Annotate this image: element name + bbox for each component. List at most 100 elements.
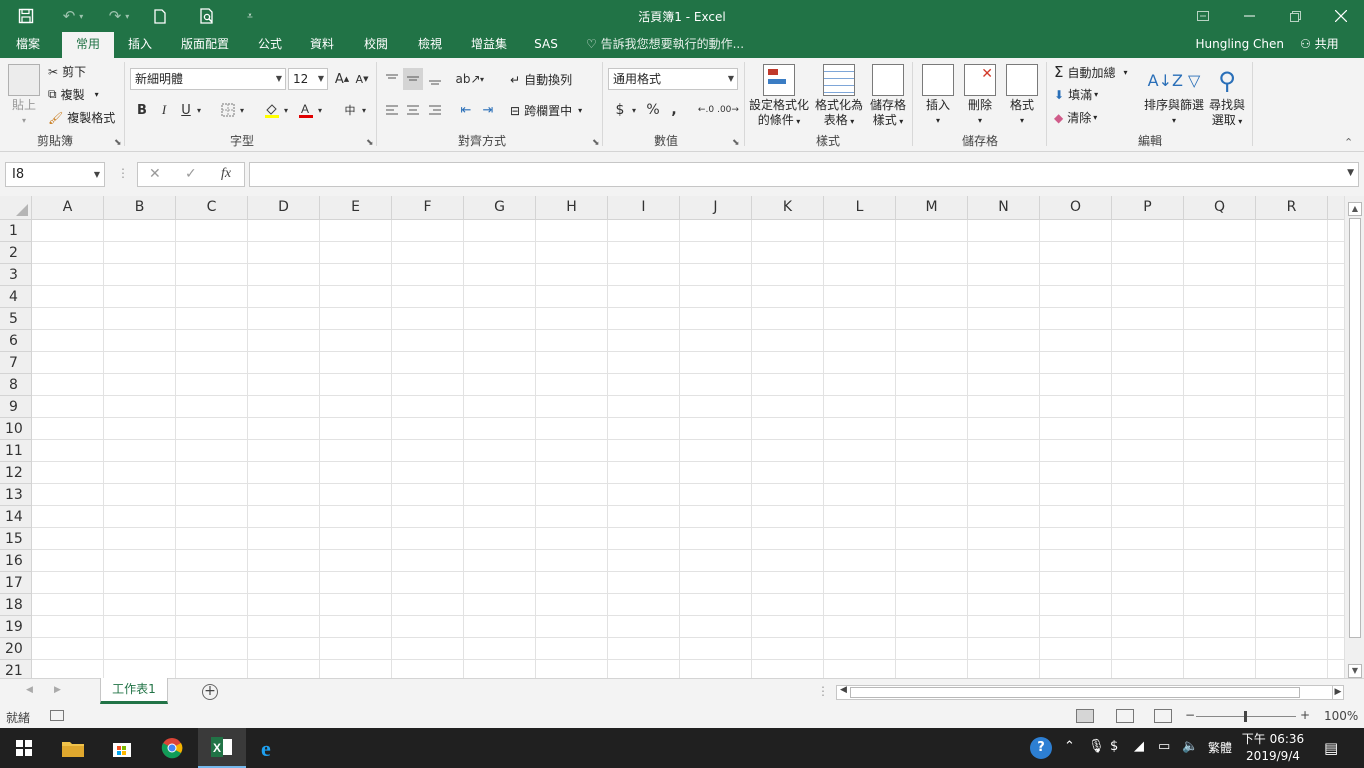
row-header[interactable]: 5: [0, 308, 32, 330]
column-header[interactable]: K: [752, 196, 824, 220]
page-layout-view-icon[interactable]: [1116, 709, 1134, 723]
align-middle-icon[interactable]: [403, 68, 423, 90]
autosum-button[interactable]: Σ 自動加總 ▾: [1054, 63, 1128, 81]
currency-dropdown-icon[interactable]: ▾: [628, 99, 640, 121]
comma-button[interactable]: ,: [664, 99, 684, 121]
font-color-icon[interactable]: A: [296, 99, 316, 121]
zoom-in-button[interactable]: +: [1300, 708, 1310, 722]
phonetic-guide-icon[interactable]: 中: [340, 99, 360, 121]
vertical-scrollbar[interactable]: ▲ ▼: [1344, 196, 1364, 678]
row-header[interactable]: 21: [0, 660, 32, 678]
ribbon-display-options-icon[interactable]: [1180, 0, 1226, 32]
tab-insert[interactable]: 插入: [118, 32, 162, 58]
tab-page-layout[interactable]: 版面配置: [170, 32, 240, 58]
close-icon[interactable]: [1318, 0, 1364, 32]
volume-icon[interactable]: 🔈: [1182, 739, 1198, 754]
column-header[interactable]: Q: [1184, 196, 1256, 220]
store-icon[interactable]: [98, 728, 146, 768]
row-header[interactable]: 12: [0, 462, 32, 484]
internet-explorer-icon[interactable]: e: [246, 728, 294, 768]
merge-center-button[interactable]: ⊟ 跨欄置中 ▾: [510, 102, 582, 119]
column-header[interactable]: A: [32, 196, 104, 220]
underline-dropdown-icon[interactable]: ▾: [193, 99, 205, 121]
currency-tray-icon[interactable]: $: [1110, 739, 1118, 754]
currency-button[interactable]: $: [610, 99, 630, 121]
row-header[interactable]: 7: [0, 352, 32, 374]
align-center-icon[interactable]: [403, 99, 423, 121]
column-header[interactable]: J: [680, 196, 752, 220]
column-header[interactable]: D: [248, 196, 320, 220]
increase-font-size-icon[interactable]: A ▲: [332, 68, 352, 90]
row-header[interactable]: 13: [0, 484, 32, 506]
system-clock[interactable]: 下午 06:36 2019/9/4: [1240, 731, 1306, 765]
normal-view-icon[interactable]: [1076, 709, 1094, 723]
column-header[interactable]: M: [896, 196, 968, 220]
font-size-combo[interactable]: 12 ▼: [288, 68, 328, 90]
number-format-combo[interactable]: 通用格式 ▼: [608, 68, 738, 90]
zoom-level[interactable]: 100%: [1324, 709, 1358, 723]
align-left-icon[interactable]: [382, 99, 402, 121]
column-header[interactable]: H: [536, 196, 608, 220]
excel-app-icon[interactable]: X: [198, 728, 246, 768]
redo-icon[interactable]: ↷ ▾: [102, 6, 136, 26]
scroll-right-icon[interactable]: ▶: [1332, 685, 1344, 700]
scroll-down-icon[interactable]: ▼: [1348, 664, 1362, 678]
wrap-text-button[interactable]: ↵ 自動換列: [510, 71, 572, 88]
row-header[interactable]: 6: [0, 330, 32, 352]
fill-color-icon[interactable]: [262, 99, 282, 121]
column-header[interactable]: I: [608, 196, 680, 220]
tab-view[interactable]: 檢視: [408, 32, 452, 58]
row-header[interactable]: 4: [0, 286, 32, 308]
scroll-left-icon[interactable]: ◀: [840, 685, 847, 695]
file-explorer-icon[interactable]: [49, 728, 97, 768]
page-break-view-icon[interactable]: [1154, 709, 1172, 723]
orientation-icon[interactable]: ab↗: [455, 68, 480, 90]
select-all-button[interactable]: [0, 196, 32, 220]
tab-formulas[interactable]: 公式: [248, 32, 292, 58]
column-header[interactable]: E: [320, 196, 392, 220]
expand-formula-bar-icon[interactable]: ▼: [1347, 168, 1354, 178]
column-header[interactable]: O: [1040, 196, 1112, 220]
clipboard-launcher-icon[interactable]: ⬊: [114, 138, 122, 148]
row-header[interactable]: 15: [0, 528, 32, 550]
column-header[interactable]: G: [464, 196, 536, 220]
number-launcher-icon[interactable]: ⬊: [732, 138, 740, 148]
help-icon[interactable]: ?: [1030, 737, 1052, 759]
format-painter-button[interactable]: 🖌 複製格式: [48, 109, 115, 126]
tab-sas[interactable]: SAS: [526, 32, 566, 58]
cell-styles-button[interactable]: 儲存格 樣式 ▾: [866, 64, 910, 129]
column-header[interactable]: R: [1256, 196, 1328, 220]
network-icon[interactable]: ◢: [1134, 739, 1144, 754]
show-hidden-icons-icon[interactable]: ⌃: [1064, 739, 1075, 754]
collapse-ribbon-icon[interactable]: ⌃: [1344, 136, 1353, 149]
insert-function-button[interactable]: fx: [221, 166, 231, 182]
name-box[interactable]: I8 ▼: [5, 162, 105, 187]
action-center-icon[interactable]: ▤: [1324, 739, 1338, 757]
zoom-slider-knob[interactable]: [1244, 711, 1247, 722]
row-header[interactable]: 20: [0, 638, 32, 660]
align-bottom-icon[interactable]: [425, 68, 445, 90]
row-header[interactable]: 2: [0, 242, 32, 264]
borders-icon[interactable]: [218, 99, 238, 121]
fill-color-dropdown-icon[interactable]: ▾: [280, 99, 292, 121]
next-sheet-icon[interactable]: ▶: [54, 685, 61, 695]
restore-icon[interactable]: [1272, 0, 1318, 32]
alignment-launcher-icon[interactable]: ⬊: [592, 138, 600, 148]
tab-data[interactable]: 資料: [300, 32, 344, 58]
delete-cells-button[interactable]: ✕ 刪除 ▾: [960, 64, 1000, 128]
decrease-font-size-icon[interactable]: A ▼: [352, 68, 372, 90]
fill-button[interactable]: ⬇ 填滿 ▾: [1054, 86, 1098, 103]
tab-review[interactable]: 校閱: [354, 32, 398, 58]
column-header[interactable]: F: [392, 196, 464, 220]
column-header[interactable]: C: [176, 196, 248, 220]
new-document-icon[interactable]: [150, 6, 170, 26]
customize-quick-access-icon[interactable]: ⩡: [242, 6, 258, 26]
conditional-formatting-button[interactable]: 設定格式化 的條件 ▾: [748, 64, 810, 129]
chrome-icon[interactable]: [148, 728, 196, 768]
row-header[interactable]: 14: [0, 506, 32, 528]
borders-dropdown-icon[interactable]: ▾: [236, 99, 248, 121]
row-header[interactable]: 9: [0, 396, 32, 418]
cell-area[interactable]: [32, 220, 1344, 678]
increase-indent-icon[interactable]: ⇥: [478, 99, 498, 121]
column-header[interactable]: L: [824, 196, 896, 220]
